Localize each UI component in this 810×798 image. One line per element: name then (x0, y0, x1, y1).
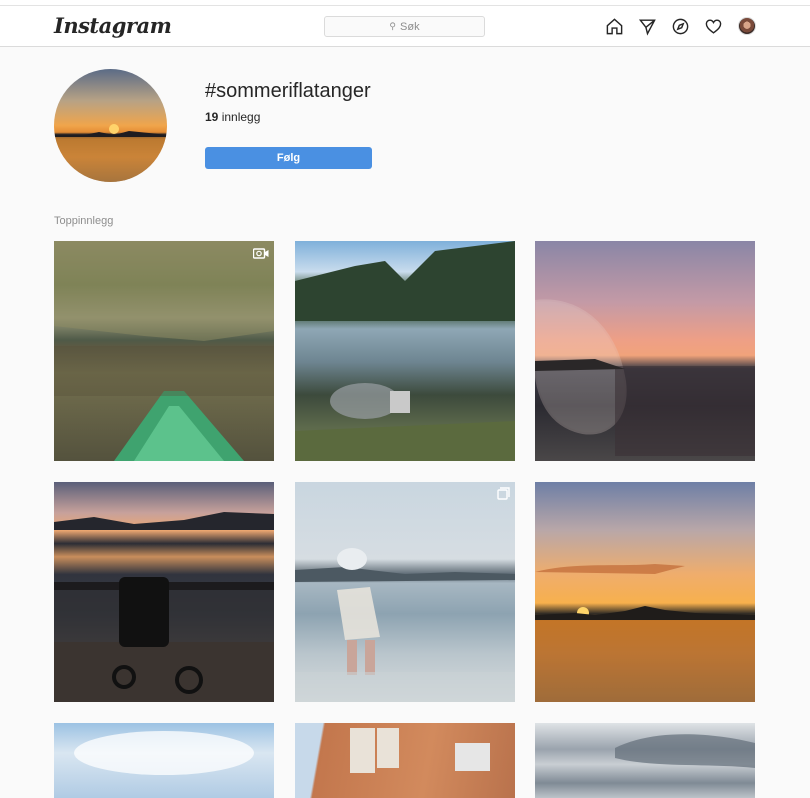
follow-button[interactable]: Følg (205, 147, 372, 169)
hashtag-title: #sommeriflatanger (205, 80, 371, 102)
post-tile-child-wading[interactable] (295, 482, 515, 702)
search-placeholder: Søk (400, 20, 420, 33)
post-tile-stroller-dock[interactable] (54, 482, 274, 702)
home-icon[interactable] (605, 17, 624, 36)
heart-icon[interactable] (704, 17, 723, 36)
hashtag-profile-image (54, 69, 167, 182)
post-tile-cloudy-sky[interactable] (535, 723, 755, 798)
video-icon (252, 246, 269, 264)
top-navbar: Instagram ⚲ Søk (0, 6, 810, 47)
top-posts-label: Toppinnlegg (54, 215, 114, 227)
explore-icon[interactable] (671, 17, 690, 36)
post-tile-fjord-sunset[interactable] (535, 482, 755, 702)
posts-count-label: innlegg (221, 110, 261, 124)
posts-count-value: 19 (205, 110, 219, 124)
posts-count: 19 innlegg (205, 110, 260, 124)
post-tile-sky[interactable] (54, 723, 274, 798)
post-tile-red-house[interactable] (295, 723, 515, 798)
carousel-icon (497, 487, 510, 505)
search-icon: ⚲ (389, 21, 397, 31)
profile-avatar[interactable] (738, 17, 756, 35)
post-tile-kayak[interactable] (54, 241, 274, 461)
search-input[interactable]: ⚲ Søk (324, 16, 485, 37)
instagram-logo[interactable]: Instagram (54, 13, 172, 38)
post-tile-wine-glass[interactable] (535, 241, 755, 461)
post-tile-campfire[interactable] (295, 241, 515, 461)
direct-message-icon[interactable] (638, 17, 657, 36)
